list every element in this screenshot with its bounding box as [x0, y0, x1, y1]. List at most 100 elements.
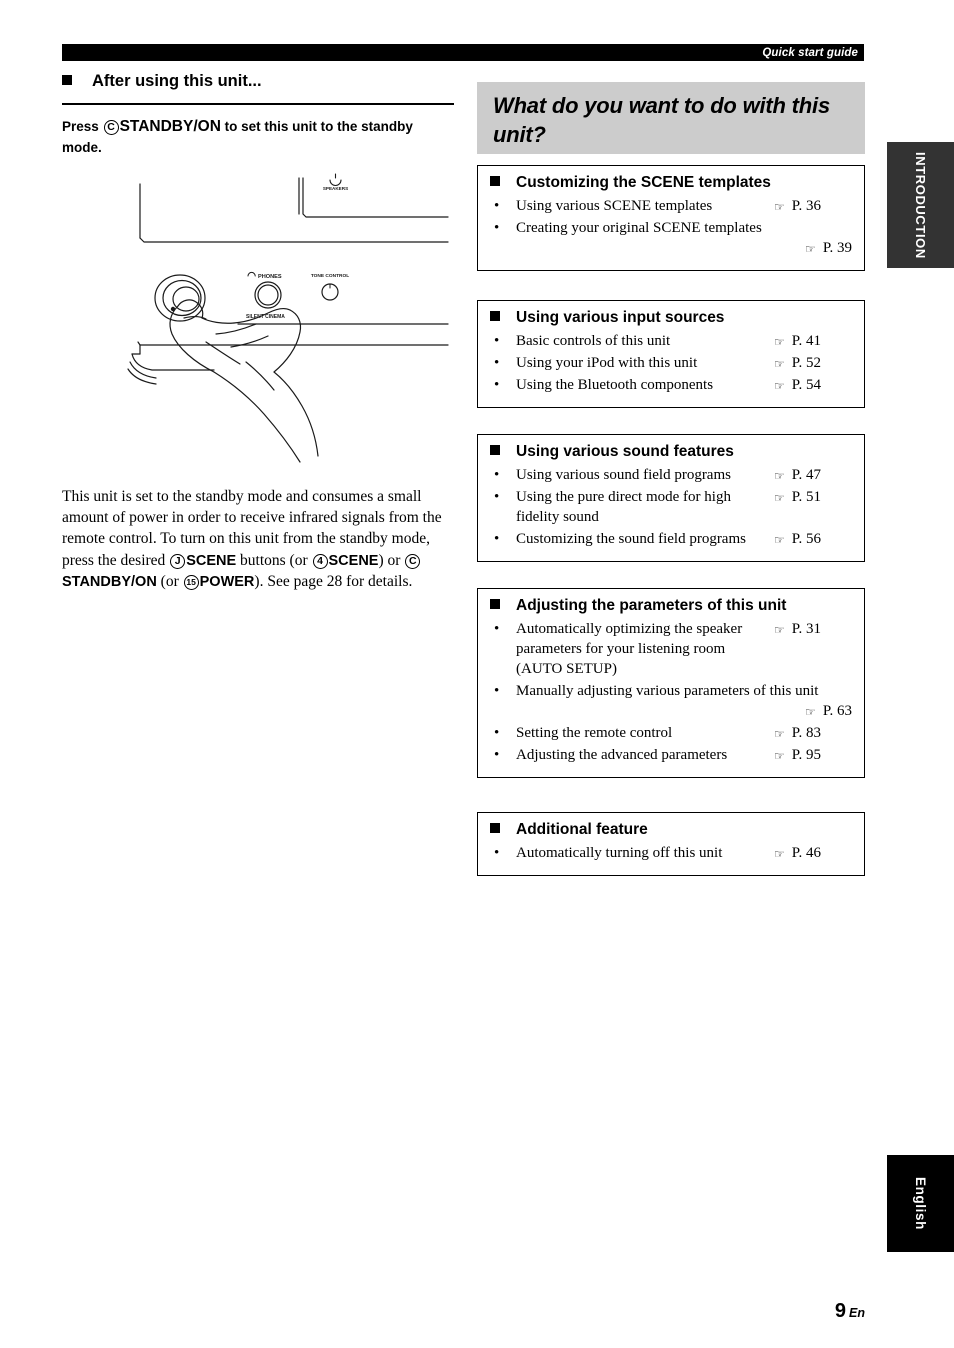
pointing-hand-icon: ☞	[805, 241, 816, 256]
topic-entry[interactable]: • Using various SCENE templates ☞ P. 36	[490, 197, 852, 217]
page-number: 9 En	[835, 1300, 865, 1323]
topic-card-title: Additional feature	[490, 821, 852, 839]
square-bullet-icon	[62, 75, 72, 85]
square-bullet-icon	[490, 311, 500, 321]
square-bullet-icon	[490, 176, 500, 186]
topic-entry-label: Setting the remote control	[516, 724, 673, 741]
topic-entry-label: Automatically optimizing the speaker par…	[516, 621, 743, 677]
section-title-banner: What do you want to do with this unit?	[477, 82, 865, 154]
paragraph-part-4: (or	[160, 573, 179, 590]
topic-entry-label: Adjusting the advanced parameters	[516, 746, 728, 763]
topic-card-title: Adjusting the parameters of this unit	[490, 597, 852, 615]
topic-card-title-label: Using various sound features	[516, 443, 734, 460]
page-reference[interactable]: ☞ P. 95	[774, 746, 852, 766]
page-reference[interactable]: ☞ P. 51	[774, 488, 852, 508]
bullet-icon: •	[494, 467, 500, 483]
pointing-hand-icon: ☞	[774, 356, 785, 371]
topic-entry[interactable]: • Manually adjusting various parameters o…	[490, 682, 852, 722]
topic-entry[interactable]: • Creating your original SCENE templates ☞…	[490, 219, 852, 259]
side-tab-english: English	[887, 1155, 954, 1252]
bullet-icon: •	[494, 219, 500, 236]
topic-card: Additional feature • Automatically turning…	[477, 812, 865, 876]
standby-on-label: STANDBY/ON	[62, 574, 157, 590]
page-reference[interactable]: ☞ P. 31	[774, 620, 852, 640]
topic-entry-label: Creating your original SCENE templates	[516, 219, 762, 236]
topic-card-title: Customizing the SCENE templates	[490, 174, 852, 192]
section-heading-label: After using this unit...	[92, 72, 262, 90]
topic-card-title-label: Using various input sources	[516, 309, 725, 326]
topic-entry-label: Customizing the sound field programs	[516, 530, 746, 547]
lead-standby-label: STANDBY/ON	[119, 118, 221, 135]
power-label: POWER	[199, 574, 255, 590]
topic-card: Using various sound features • Using vario…	[477, 434, 865, 562]
topic-entry[interactable]: • Using the Bluetooth components ☞ P. 54	[490, 376, 852, 396]
marker-c-icon-2: C	[405, 553, 421, 569]
topic-entry[interactable]: • Customizing the sound field programs ☞ P.…	[490, 530, 852, 550]
pointing-hand-icon: ☞	[774, 490, 785, 505]
topic-entry[interactable]: • Using various sound field programs ☞ P. 4…	[490, 466, 852, 486]
page-reference-number: P. 52	[791, 354, 821, 371]
bullet-icon: •	[494, 376, 500, 393]
bullet-icon: •	[494, 724, 500, 741]
topic-entry[interactable]: • Setting the remote control ☞ P. 83	[490, 724, 852, 744]
side-tab-introduction: INTRODUCTION	[887, 142, 954, 268]
page-reference[interactable]: ☞ P. 54	[774, 376, 852, 396]
bullet-icon: •	[494, 488, 500, 505]
topic-entry[interactable]: • Automatically optimizing the speaker pa…	[490, 620, 852, 680]
page-reference-number: P. 41	[791, 333, 821, 349]
pointing-hand-icon: ☞	[774, 532, 785, 547]
paragraph-part-3: ) or	[378, 551, 401, 569]
page-reference-number: P. 51	[791, 488, 821, 505]
bullet-icon: •	[494, 530, 500, 547]
page-reference-number: P. 63	[822, 702, 852, 719]
pointing-hand-icon: ☞	[774, 748, 785, 763]
scene-label-2: SCENE	[328, 552, 379, 569]
page-reference-number: P. 54	[791, 376, 821, 393]
topic-entry-label: Basic controls of this unit	[516, 333, 671, 349]
topic-card-title-label: Additional feature	[516, 821, 648, 838]
lead-press-word: Press	[62, 119, 99, 134]
topic-entry-label: Using various sound field programs	[516, 467, 731, 483]
topic-entry[interactable]: • Automatically turning off this unit ☞ P. …	[490, 844, 852, 864]
page-reference[interactable]: ☞ P. 56	[774, 530, 852, 550]
pointing-hand-icon: ☞	[774, 622, 785, 637]
topic-card: Using various input sources • Basic contro…	[477, 300, 865, 408]
page-reference[interactable]: ☞ P. 63	[490, 702, 858, 722]
illustration-label-tone-control: TONE CONTROL	[311, 273, 349, 279]
topic-entry-label: Automatically turning off this unit	[516, 845, 723, 861]
topic-entry[interactable]: • Using your iPod with this unit ☞ P. 52	[490, 354, 852, 374]
scene-label-1: SCENE	[186, 552, 237, 569]
page-reference[interactable]: ☞ P. 47	[774, 466, 852, 486]
pointing-hand-icon: ☞	[774, 334, 785, 349]
page-reference[interactable]: ☞ P. 41	[774, 332, 852, 352]
page-reference[interactable]: ☞ P. 83	[774, 724, 852, 744]
side-tab-introduction-label: INTRODUCTION	[913, 151, 928, 259]
receiver-front-panel-illustration: SPEAKERS PHONES SILENT CINEMA TONE CONTR…	[118, 166, 454, 476]
topic-entry-label: Manually adjusting various parameters of…	[516, 682, 819, 699]
bullet-icon: •	[494, 621, 500, 637]
page-reference-number: P. 47	[791, 467, 821, 483]
illustration-label-speakers: SPEAKERS	[323, 186, 348, 191]
topic-card: Customizing the SCENE templates • Using va…	[477, 165, 865, 271]
lead-instruction: Press C STANDBY/ON to set this unit to th…	[62, 116, 442, 158]
topic-entry-label: Using the pure direct mode for high fide…	[516, 488, 731, 525]
marker-j-icon: J	[170, 553, 186, 569]
page-reference[interactable]: ☞ P. 46	[774, 844, 852, 864]
left-column: After using this unit... Press C STANDBY/…	[62, 72, 454, 158]
topic-card: Adjusting the parameters of this unit • Au…	[477, 588, 865, 778]
page-reference-number: P. 83	[791, 724, 821, 741]
bullet-icon: •	[494, 682, 500, 699]
pointing-hand-icon: ☞	[774, 468, 785, 483]
topic-entry[interactable]: • Basic controls of this unit ☞ P. 41	[490, 332, 852, 352]
paragraph-part-2: buttons (or	[240, 551, 308, 569]
topic-entry[interactable]: • Using the pure direct mode for high fid…	[490, 488, 852, 528]
pointing-hand-icon: ☞	[774, 726, 785, 741]
page-reference[interactable]: ☞ P. 52	[774, 354, 852, 374]
page-reference-number: P. 95	[791, 746, 821, 763]
bullet-icon: •	[494, 746, 500, 763]
topic-entry[interactable]: • Adjusting the advanced parameters ☞ P. 95	[490, 746, 852, 766]
page-reference-number: P. 56	[791, 530, 821, 547]
side-tab-english-label: English	[913, 1177, 928, 1230]
page-reference[interactable]: ☞ P. 39	[490, 239, 858, 259]
page-reference[interactable]: ☞ P. 36	[774, 197, 852, 217]
